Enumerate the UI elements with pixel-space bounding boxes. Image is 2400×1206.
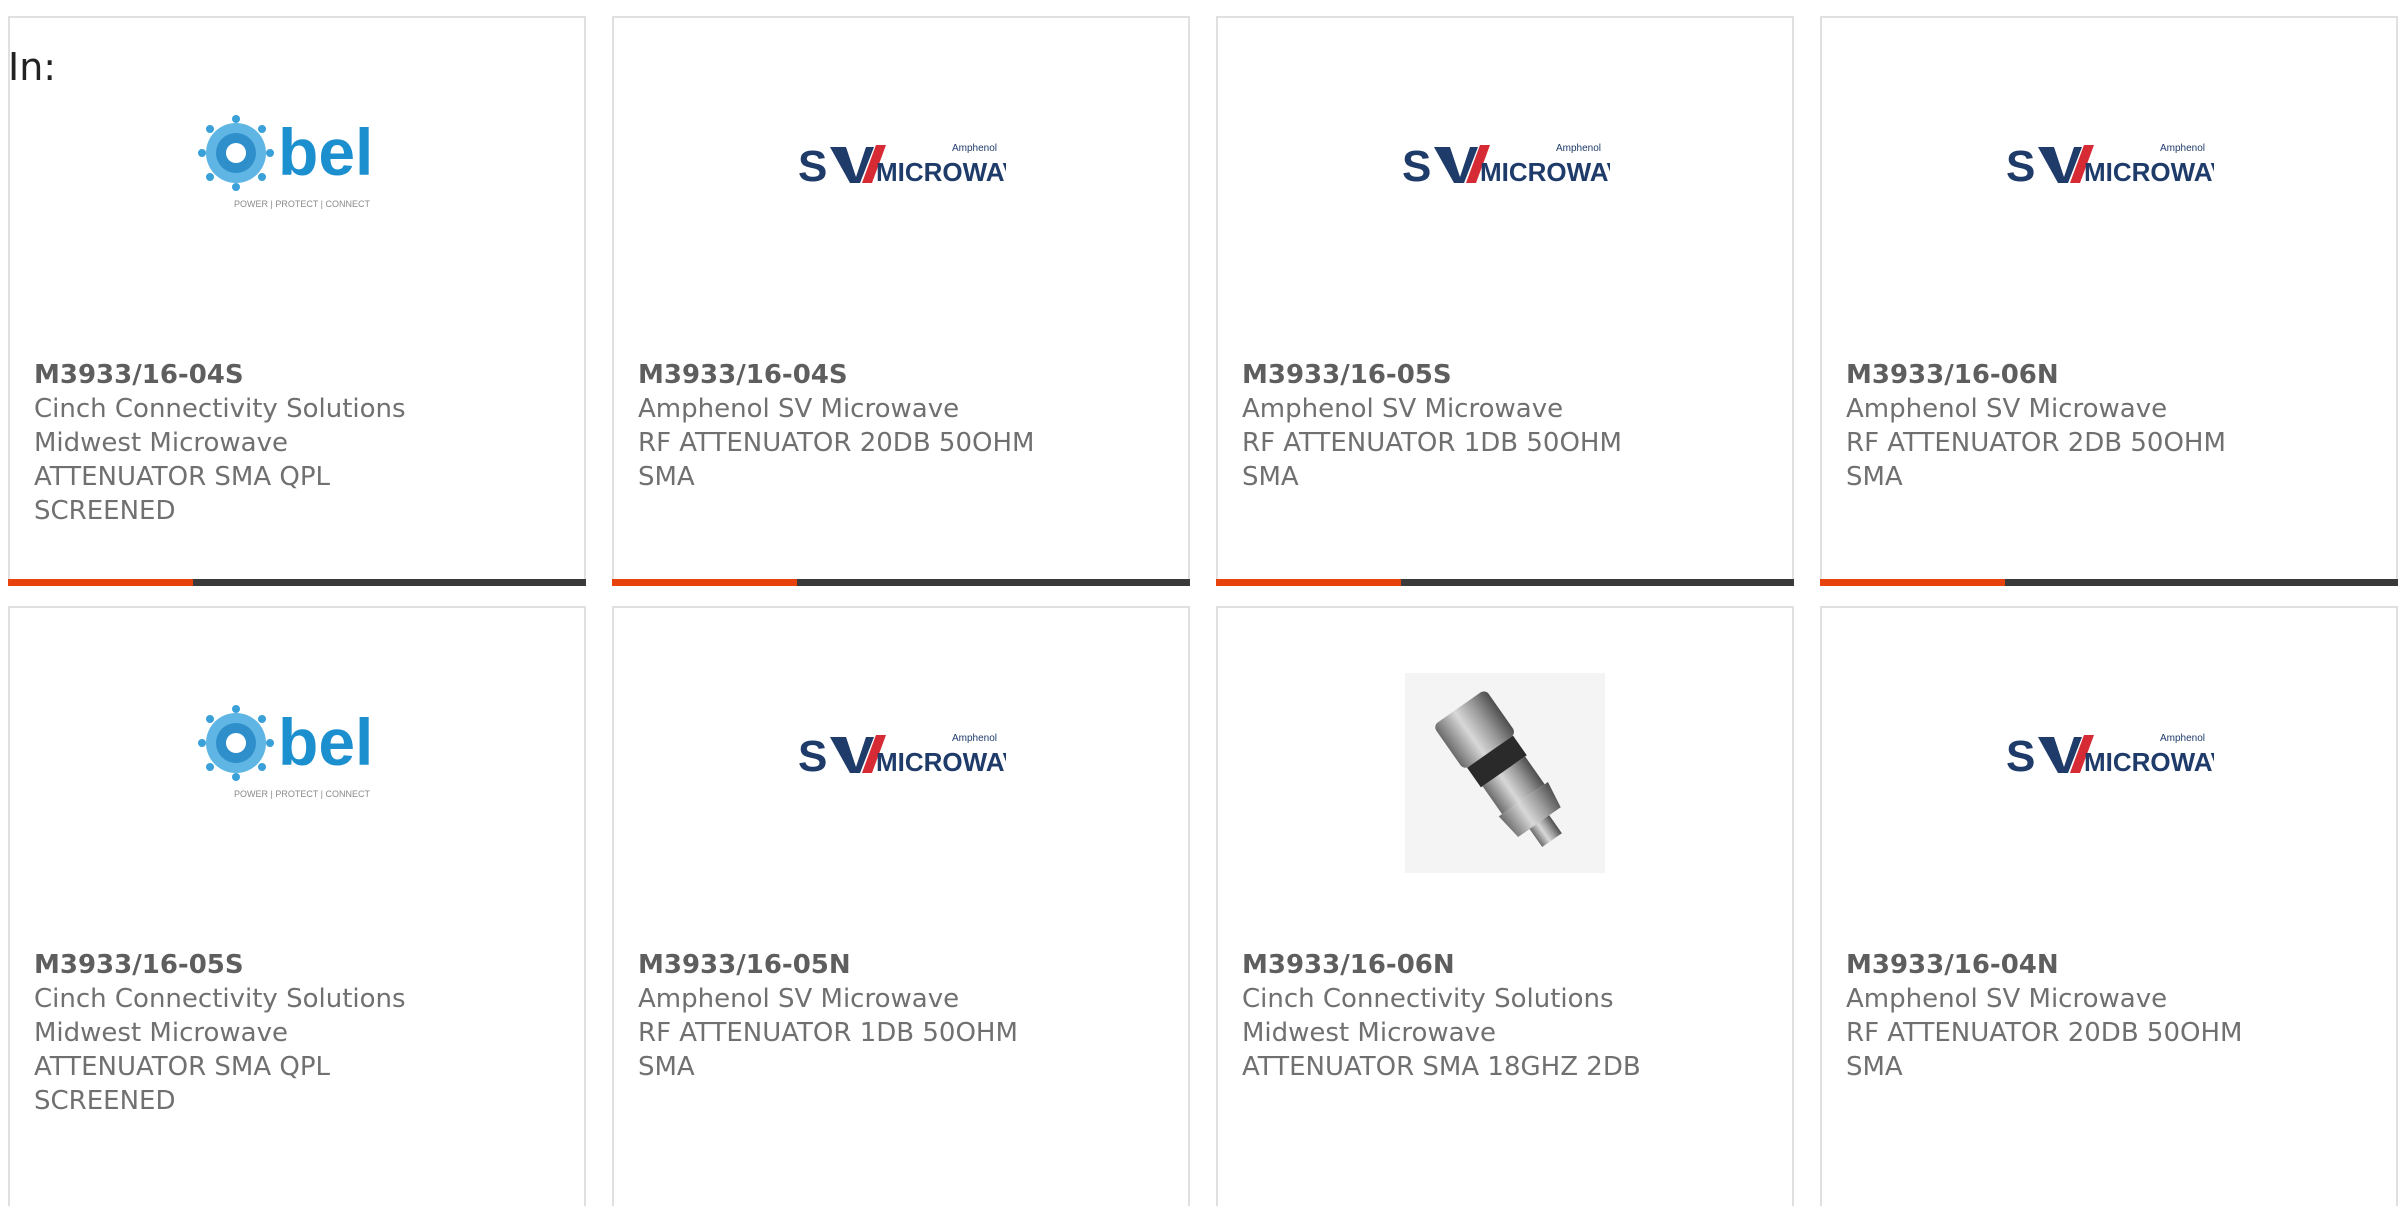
- product-info: M3933/16-05N Amphenol SV Microwave RF AT…: [638, 948, 1172, 1084]
- manufacturer-logo: S MICROWAVE Amphenol: [1822, 688, 2396, 818]
- filter-label: In:: [8, 45, 57, 89]
- description-line: Midwest Microwave: [34, 428, 288, 458]
- manufacturer-logo: S MICROWAVE Amphenol: [614, 98, 1188, 228]
- part-number[interactable]: M3933/16-06N: [1846, 358, 2380, 392]
- product-grid: bel POWER | PROTECT | CONNECT M3933/16-0…: [8, 16, 2400, 1206]
- logo-tagline: POWER | PROTECT | CONNECT: [234, 199, 371, 209]
- description-line: SMA: [638, 1052, 695, 1082]
- manufacturer: Amphenol SV Microwave: [1846, 394, 2168, 424]
- card-progress-bar: [612, 579, 1190, 586]
- manufacturer: Amphenol SV Microwave: [1846, 984, 2168, 1014]
- bel-logo-icon: bel POWER | PROTECT | CONNECT: [198, 115, 373, 209]
- manufacturer-logo: bel POWER | PROTECT | CONNECT: [10, 688, 584, 818]
- description-line: SMA: [638, 462, 695, 492]
- card-progress-fill: [1820, 579, 2005, 586]
- description-line: SMA: [1846, 1052, 1903, 1082]
- product-info: M3933/16-04N Amphenol SV Microwave RF AT…: [1846, 948, 2380, 1084]
- part-number[interactable]: M3933/16-05S: [34, 948, 568, 982]
- product-card[interactable]: M3933/16-06N Cinch Connectivity Solution…: [1216, 606, 1794, 1206]
- manufacturer-logo: S MICROWAVE Amphenol: [1822, 98, 2396, 228]
- manufacturer: Amphenol SV Microwave: [638, 984, 960, 1014]
- manufacturer: Amphenol SV Microwave: [1242, 394, 1564, 424]
- sv-microwave-logo-icon: S MICROWAVE Amphenol: [798, 732, 1006, 781]
- manufacturer: Amphenol SV Microwave: [638, 394, 960, 424]
- product-card[interactable]: bel POWER | PROTECT | CONNECT M3933/16-0…: [8, 16, 586, 586]
- manufacturer: Cinch Connectivity Solutions: [1242, 984, 1614, 1014]
- product-card[interactable]: S MICROWAVE Amphenol M3933/16-05N Amphen…: [612, 606, 1190, 1206]
- description-line: Midwest Microwave: [34, 1018, 288, 1048]
- svg-text:bel: bel: [278, 705, 373, 779]
- product-info: M3933/16-05S Cinch Connectivity Solution…: [34, 948, 568, 1118]
- manufacturer: Cinch Connectivity Solutions: [34, 394, 406, 424]
- manufacturer-logo: S MICROWAVE Amphenol: [1218, 98, 1792, 228]
- card-progress-bar: [8, 579, 586, 586]
- part-number[interactable]: M3933/16-04S: [34, 358, 568, 392]
- sv-microwave-logo-icon: S MICROWAVE Amphenol: [2006, 732, 2214, 781]
- bel-logo-icon: bel POWER | PROTECT | CONNECT: [198, 705, 373, 799]
- svg-text:S: S: [1402, 142, 1431, 191]
- logo-brand: Amphenol: [952, 143, 997, 154]
- manufacturer: Cinch Connectivity Solutions: [34, 984, 406, 1014]
- card-progress-fill: [612, 579, 797, 586]
- description-line: RF ATTENUATOR 2DB 50OHM: [1846, 428, 2226, 458]
- description-line: SMA: [1242, 462, 1299, 492]
- svg-text:S: S: [798, 732, 827, 781]
- product-photo: [1218, 668, 1792, 878]
- part-number[interactable]: M3933/16-05S: [1242, 358, 1776, 392]
- description-line: RF ATTENUATOR 1DB 50OHM: [638, 1018, 1018, 1048]
- description-line: ATTENUATOR SMA QPL: [34, 462, 331, 492]
- part-number[interactable]: M3933/16-05N: [638, 948, 1172, 982]
- manufacturer-logo: bel POWER | PROTECT | CONNECT: [10, 98, 584, 228]
- description-line: ATTENUATOR SMA QPL: [34, 1052, 331, 1082]
- svg-text:S: S: [2006, 732, 2035, 781]
- description-line: RF ATTENUATOR 1DB 50OHM: [1242, 428, 1622, 458]
- manufacturer-logo: S MICROWAVE Amphenol: [614, 688, 1188, 818]
- sv-microwave-logo-icon: S MICROWAVE Amphenol: [1402, 142, 1610, 191]
- product-card[interactable]: bel POWER | PROTECT | CONNECT M3933/16-0…: [8, 606, 586, 1206]
- part-number[interactable]: M3933/16-06N: [1242, 948, 1776, 982]
- card-progress-bar: [1820, 579, 2398, 586]
- card-progress-fill: [1216, 579, 1401, 586]
- product-card[interactable]: S MICROWAVE Amphenol M3933/16-04N Amphen…: [1820, 606, 2398, 1206]
- description-line: SCREENED: [34, 1086, 176, 1116]
- logo-text: MICROWAVE: [876, 747, 1006, 777]
- logo-brand: Amphenol: [1556, 143, 1601, 154]
- description-line: SMA: [1846, 462, 1903, 492]
- product-card[interactable]: S MICROWAVE Amphenol M3933/16-06N Amphen…: [1820, 16, 2398, 586]
- part-number[interactable]: M3933/16-04S: [638, 358, 1172, 392]
- svg-text:S: S: [798, 142, 827, 191]
- description-line: RF ATTENUATOR 20DB 50OHM: [638, 428, 1035, 458]
- logo-brand: Amphenol: [2160, 143, 2205, 154]
- sv-microwave-logo-icon: S MICROWAVE Amphenol: [798, 142, 1006, 191]
- product-card[interactable]: S MICROWAVE Amphenol M3933/16-04S Amphen…: [612, 16, 1190, 586]
- description-line: SCREENED: [34, 496, 176, 526]
- logo-text: MICROWAVE: [876, 157, 1006, 187]
- logo-brand: Amphenol: [952, 733, 997, 744]
- description-line: ATTENUATOR SMA 18GHZ 2DB: [1242, 1052, 1641, 1082]
- svg-text:bel: bel: [278, 115, 373, 189]
- description-line: Midwest Microwave: [1242, 1018, 1496, 1048]
- logo-tagline: POWER | PROTECT | CONNECT: [234, 789, 371, 799]
- attenuator-photo-icon: [1405, 673, 1605, 873]
- card-progress-bar: [1216, 579, 1794, 586]
- sv-microwave-logo-icon: S MICROWAVE Amphenol: [2006, 142, 2214, 191]
- product-card[interactable]: S MICROWAVE Amphenol M3933/16-05S Amphen…: [1216, 16, 1794, 586]
- svg-text:S: S: [2006, 142, 2035, 191]
- part-number[interactable]: M3933/16-04N: [1846, 948, 2380, 982]
- product-info: M3933/16-05S Amphenol SV Microwave RF AT…: [1242, 358, 1776, 494]
- description-line: RF ATTENUATOR 20DB 50OHM: [1846, 1018, 2243, 1048]
- product-info: M3933/16-04S Amphenol SV Microwave RF AT…: [638, 358, 1172, 494]
- logo-text: MICROWAVE: [2084, 747, 2214, 777]
- card-progress-fill: [8, 579, 193, 586]
- product-info: M3933/16-06N Amphenol SV Microwave RF AT…: [1846, 358, 2380, 494]
- product-info: M3933/16-06N Cinch Connectivity Solution…: [1242, 948, 1776, 1084]
- product-info: M3933/16-04S Cinch Connectivity Solution…: [34, 358, 568, 528]
- logo-text: MICROWAVE: [2084, 157, 2214, 187]
- logo-brand: Amphenol: [2160, 733, 2205, 744]
- logo-text: MICROWAVE: [1480, 157, 1610, 187]
